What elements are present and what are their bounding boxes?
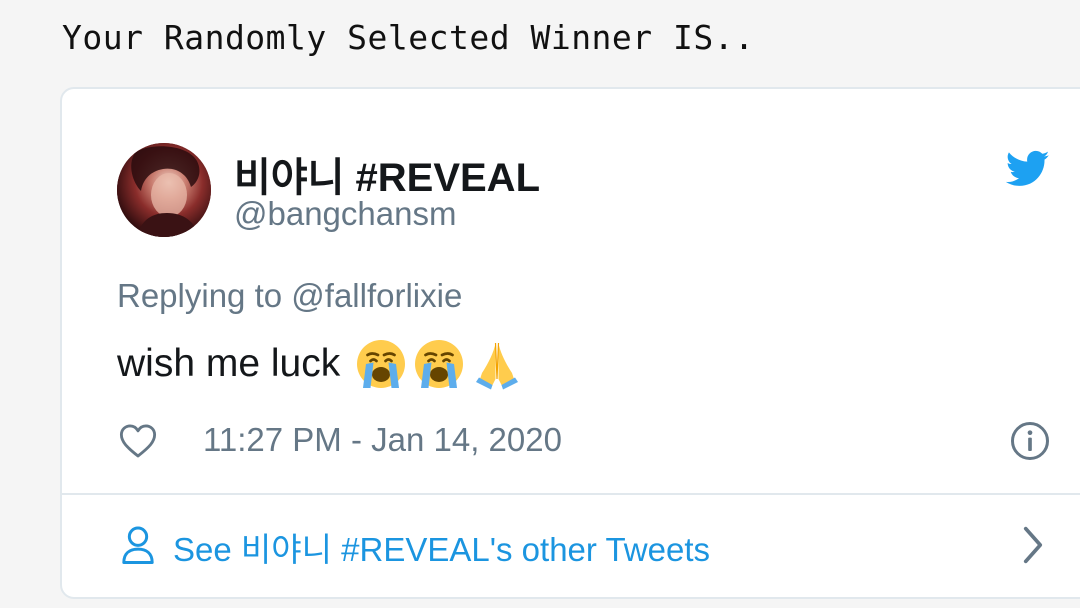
twitter-bird-icon[interactable] — [1006, 149, 1050, 189]
tweet-meta-row: 11:27 PM - Jan 14, 2020 — [117, 419, 1080, 463]
tweet-text: wish me luck — [117, 342, 341, 385]
chevron-right-icon[interactable] — [1022, 525, 1044, 565]
heart-icon[interactable] — [119, 423, 157, 459]
author-handle[interactable]: @bangchansm — [234, 195, 456, 233]
tweet-timestamp[interactable]: 11:27 PM - Jan 14, 2020 — [203, 421, 562, 459]
replying-prefix: Replying to — [117, 277, 283, 314]
loudly-crying-face-icon — [357, 340, 406, 388]
folded-hands-icon — [476, 342, 519, 390]
person-icon — [122, 526, 154, 564]
reply-mention-link[interactable]: @fallforlixie — [291, 277, 462, 314]
info-icon[interactable] — [1010, 421, 1050, 461]
tweet-body: wish me luck — [117, 337, 524, 391]
page-heading: Your Randomly Selected Winner IS.. — [62, 18, 755, 57]
see-other-tweets-label[interactable]: See 비야니 #REVEAL's other Tweets — [173, 523, 710, 571]
see-other-tweets-link[interactable]: See 비야니 #REVEAL's other Tweets — [62, 495, 1080, 597]
avatar-image — [117, 143, 211, 237]
embedded-tweet-card[interactable]: 비야니 #REVEAL @bangchansm Replying to @fal… — [60, 87, 1080, 599]
loudly-crying-face-icon — [415, 340, 464, 388]
tweet-emojis — [354, 337, 524, 391]
avatar[interactable] — [117, 143, 211, 237]
replying-to-line: Replying to @fallforlixie — [117, 277, 462, 315]
